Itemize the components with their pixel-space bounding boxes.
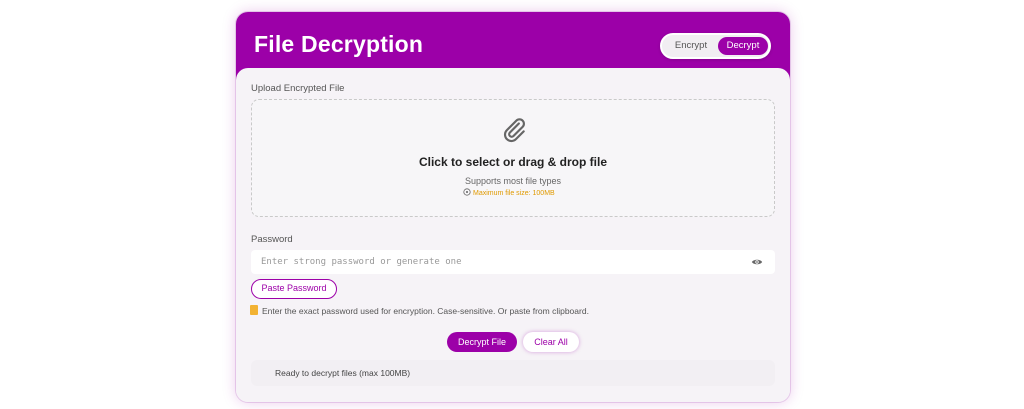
max-size-note: Maximum file size: 100MB [463, 190, 555, 197]
password-hint: Enter the exact password used for encryp… [250, 305, 589, 316]
upload-label: Upload Encrypted File [251, 83, 345, 94]
decryption-card: File Decryption Encrypt Decrypt Upload E… [236, 12, 790, 402]
password-input[interactable] [251, 250, 745, 274]
page-title: File Decryption [254, 31, 424, 57]
hint-icon [250, 305, 258, 315]
dropzone-subtitle: Supports most file types [464, 176, 562, 186]
form-body: Upload Encrypted File Click to select or… [236, 68, 790, 402]
status-text: Ready to decrypt files (max 100MB) [275, 368, 411, 378]
mode-toggle: Encrypt Decrypt [660, 33, 771, 59]
encrypt-mode-button[interactable]: Encrypt [666, 37, 716, 55]
dropzone-title: Click to select or drag & drop file [418, 155, 608, 169]
password-hint-text: Enter the exact password used for encryp… [262, 306, 589, 316]
paperclip-icon [504, 118, 525, 143]
password-field-wrapper [251, 250, 775, 274]
file-dropzone[interactable]: Click to select or drag & drop file Supp… [251, 99, 775, 217]
decrypt-file-button[interactable]: Decrypt File [447, 332, 517, 352]
max-size-text: Maximum file size: 100MB [473, 190, 555, 197]
password-label: Password [251, 234, 293, 245]
eye-icon[interactable] [751, 257, 763, 267]
paste-password-button[interactable]: Paste Password [251, 279, 337, 299]
status-box: Ready to decrypt files (max 100MB) [251, 360, 775, 386]
decrypt-mode-button[interactable]: Decrypt [718, 37, 768, 55]
clear-all-button[interactable]: Clear All [523, 332, 579, 352]
